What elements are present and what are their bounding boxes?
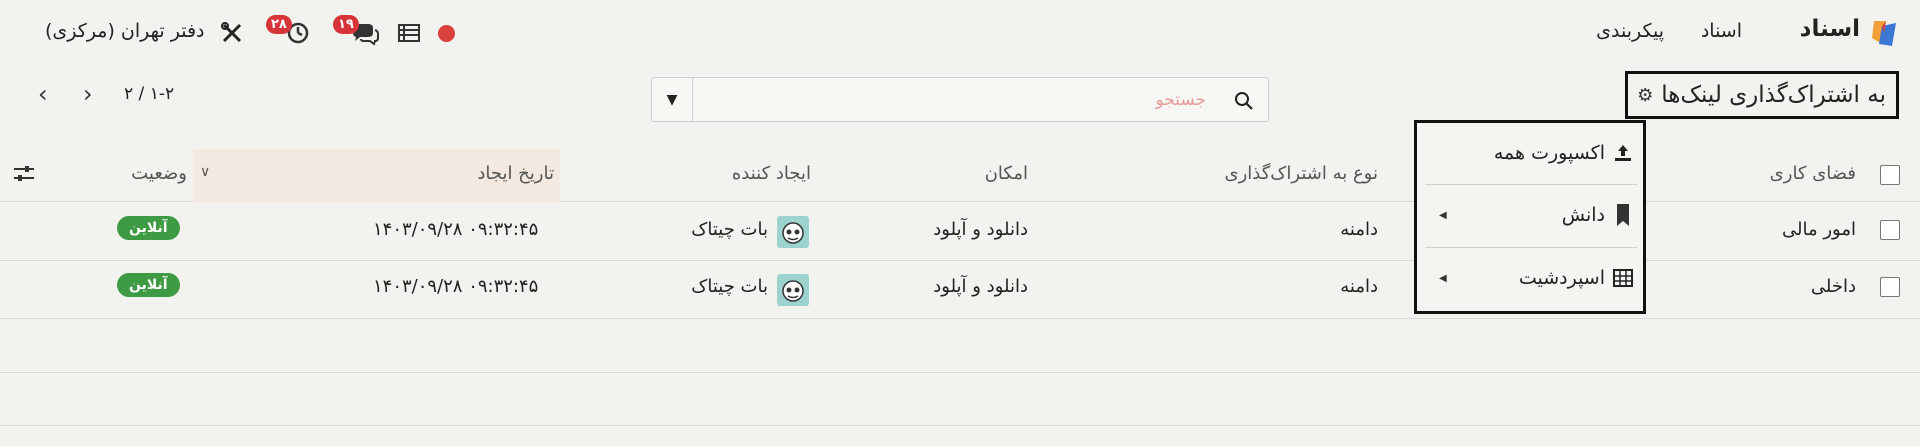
cell-workspace: داخلی: [1810, 276, 1856, 297]
menu-item-label: اسپردشیت: [1518, 267, 1605, 289]
pager-value[interactable]: ۱-۲ / ۲: [124, 84, 174, 104]
column-header-creator[interactable]: ایجاد کننده: [732, 163, 811, 184]
avatar: [777, 274, 809, 306]
column-header-share-type[interactable]: نوع به اشتراک‌گذاری: [1224, 163, 1378, 184]
cell-creator: بات چیتاک: [691, 276, 768, 297]
row-divider: [0, 318, 1920, 319]
row-checkbox[interactable]: [1880, 277, 1900, 297]
row-checkbox[interactable]: [1880, 220, 1900, 240]
cell-permission: دانلود و آپلود: [933, 276, 1028, 297]
cell-permission: دانلود و آپلود: [933, 219, 1028, 240]
apps-grid-icon[interactable]: [398, 24, 420, 42]
search-bar: ▼: [651, 77, 1269, 122]
upload-icon: [1615, 145, 1631, 161]
menu-item-label: دانش: [1561, 204, 1605, 226]
caret-left-icon: ◀: [1439, 272, 1447, 284]
caret-left-icon: ◀: [1439, 209, 1447, 221]
pager-next-button[interactable]: ›: [83, 82, 93, 106]
activities-count-badge: ۲۸: [266, 15, 292, 34]
select-all-checkbox[interactable]: [1880, 165, 1900, 185]
menu-item-spreadsheet[interactable]: اسپردشیت ◀: [1417, 248, 1643, 308]
chevron-down-icon[interactable]: ∨: [200, 164, 210, 180]
column-header-workspace[interactable]: فضای کاری: [1770, 163, 1856, 184]
row-divider: [0, 372, 1920, 373]
tools-icon[interactable]: [220, 21, 244, 45]
column-header-permission[interactable]: امکان: [985, 163, 1028, 184]
gear-icon[interactable]: ⚙: [1637, 85, 1653, 106]
row-divider: [0, 425, 1920, 426]
breadcrumb: ⚙ به اشتراک‌گذاری لینک‌ها: [1625, 71, 1899, 119]
status-badge: آنلاین: [117, 273, 180, 297]
avatar: [777, 216, 809, 248]
status-badge: آنلاین: [117, 216, 180, 240]
page-title: به اشتراک‌گذاری لینک‌ها: [1661, 82, 1886, 108]
cell-created-date: ۱۴۰۳/۰۹/۲۸ ۰۹:۳۲:۴۵: [373, 219, 539, 240]
cell-share-type: دامنه: [1340, 276, 1378, 297]
search-options-toggle[interactable]: ▼: [652, 78, 693, 121]
column-header-status[interactable]: وضعیت: [131, 163, 187, 184]
table-grid-icon: [1613, 269, 1633, 287]
search-icon[interactable]: [1234, 91, 1254, 111]
actions-dropdown-menu: اکسپورت همه دانش ◀ اسپردشیت ◀: [1414, 120, 1646, 314]
cell-creator: بات چیتاک: [691, 219, 768, 240]
column-settings-icon[interactable]: [12, 163, 36, 185]
presence-status-dot[interactable]: [438, 25, 455, 42]
cell-created-date: ۱۴۰۳/۰۹/۲۸ ۰۹:۳۲:۴۵: [373, 276, 539, 297]
menu-documents[interactable]: اسناد: [1701, 20, 1742, 42]
cell-workspace: امور مالی: [1782, 219, 1856, 240]
search-input[interactable]: [694, 78, 1214, 121]
pager-previous-button[interactable]: ‹: [38, 82, 48, 106]
menu-item-label: اکسپورت همه: [1493, 142, 1605, 164]
app-title[interactable]: اسناد: [1800, 16, 1860, 42]
cell-share-type: دامنه: [1340, 219, 1378, 240]
top-navbar: اسناد اسناد پیکربندی ۱۹ ۲۸ دفتر تهران (م…: [0, 0, 1920, 66]
bookmark-icon: [1617, 204, 1629, 226]
app-logo-icon[interactable]: [1870, 18, 1900, 48]
menu-item-export-all[interactable]: اکسپورت همه: [1417, 123, 1643, 183]
messages-count-badge: ۱۹: [333, 15, 359, 34]
company-switcher[interactable]: دفتر تهران (مرکزی): [45, 20, 205, 42]
column-header-created-date[interactable]: تاریخ ایجاد: [477, 163, 554, 184]
menu-item-knowledge[interactable]: دانش ◀: [1417, 185, 1643, 245]
caret-down-icon: ▼: [666, 91, 678, 108]
menu-configuration[interactable]: پیکربندی: [1596, 20, 1664, 42]
